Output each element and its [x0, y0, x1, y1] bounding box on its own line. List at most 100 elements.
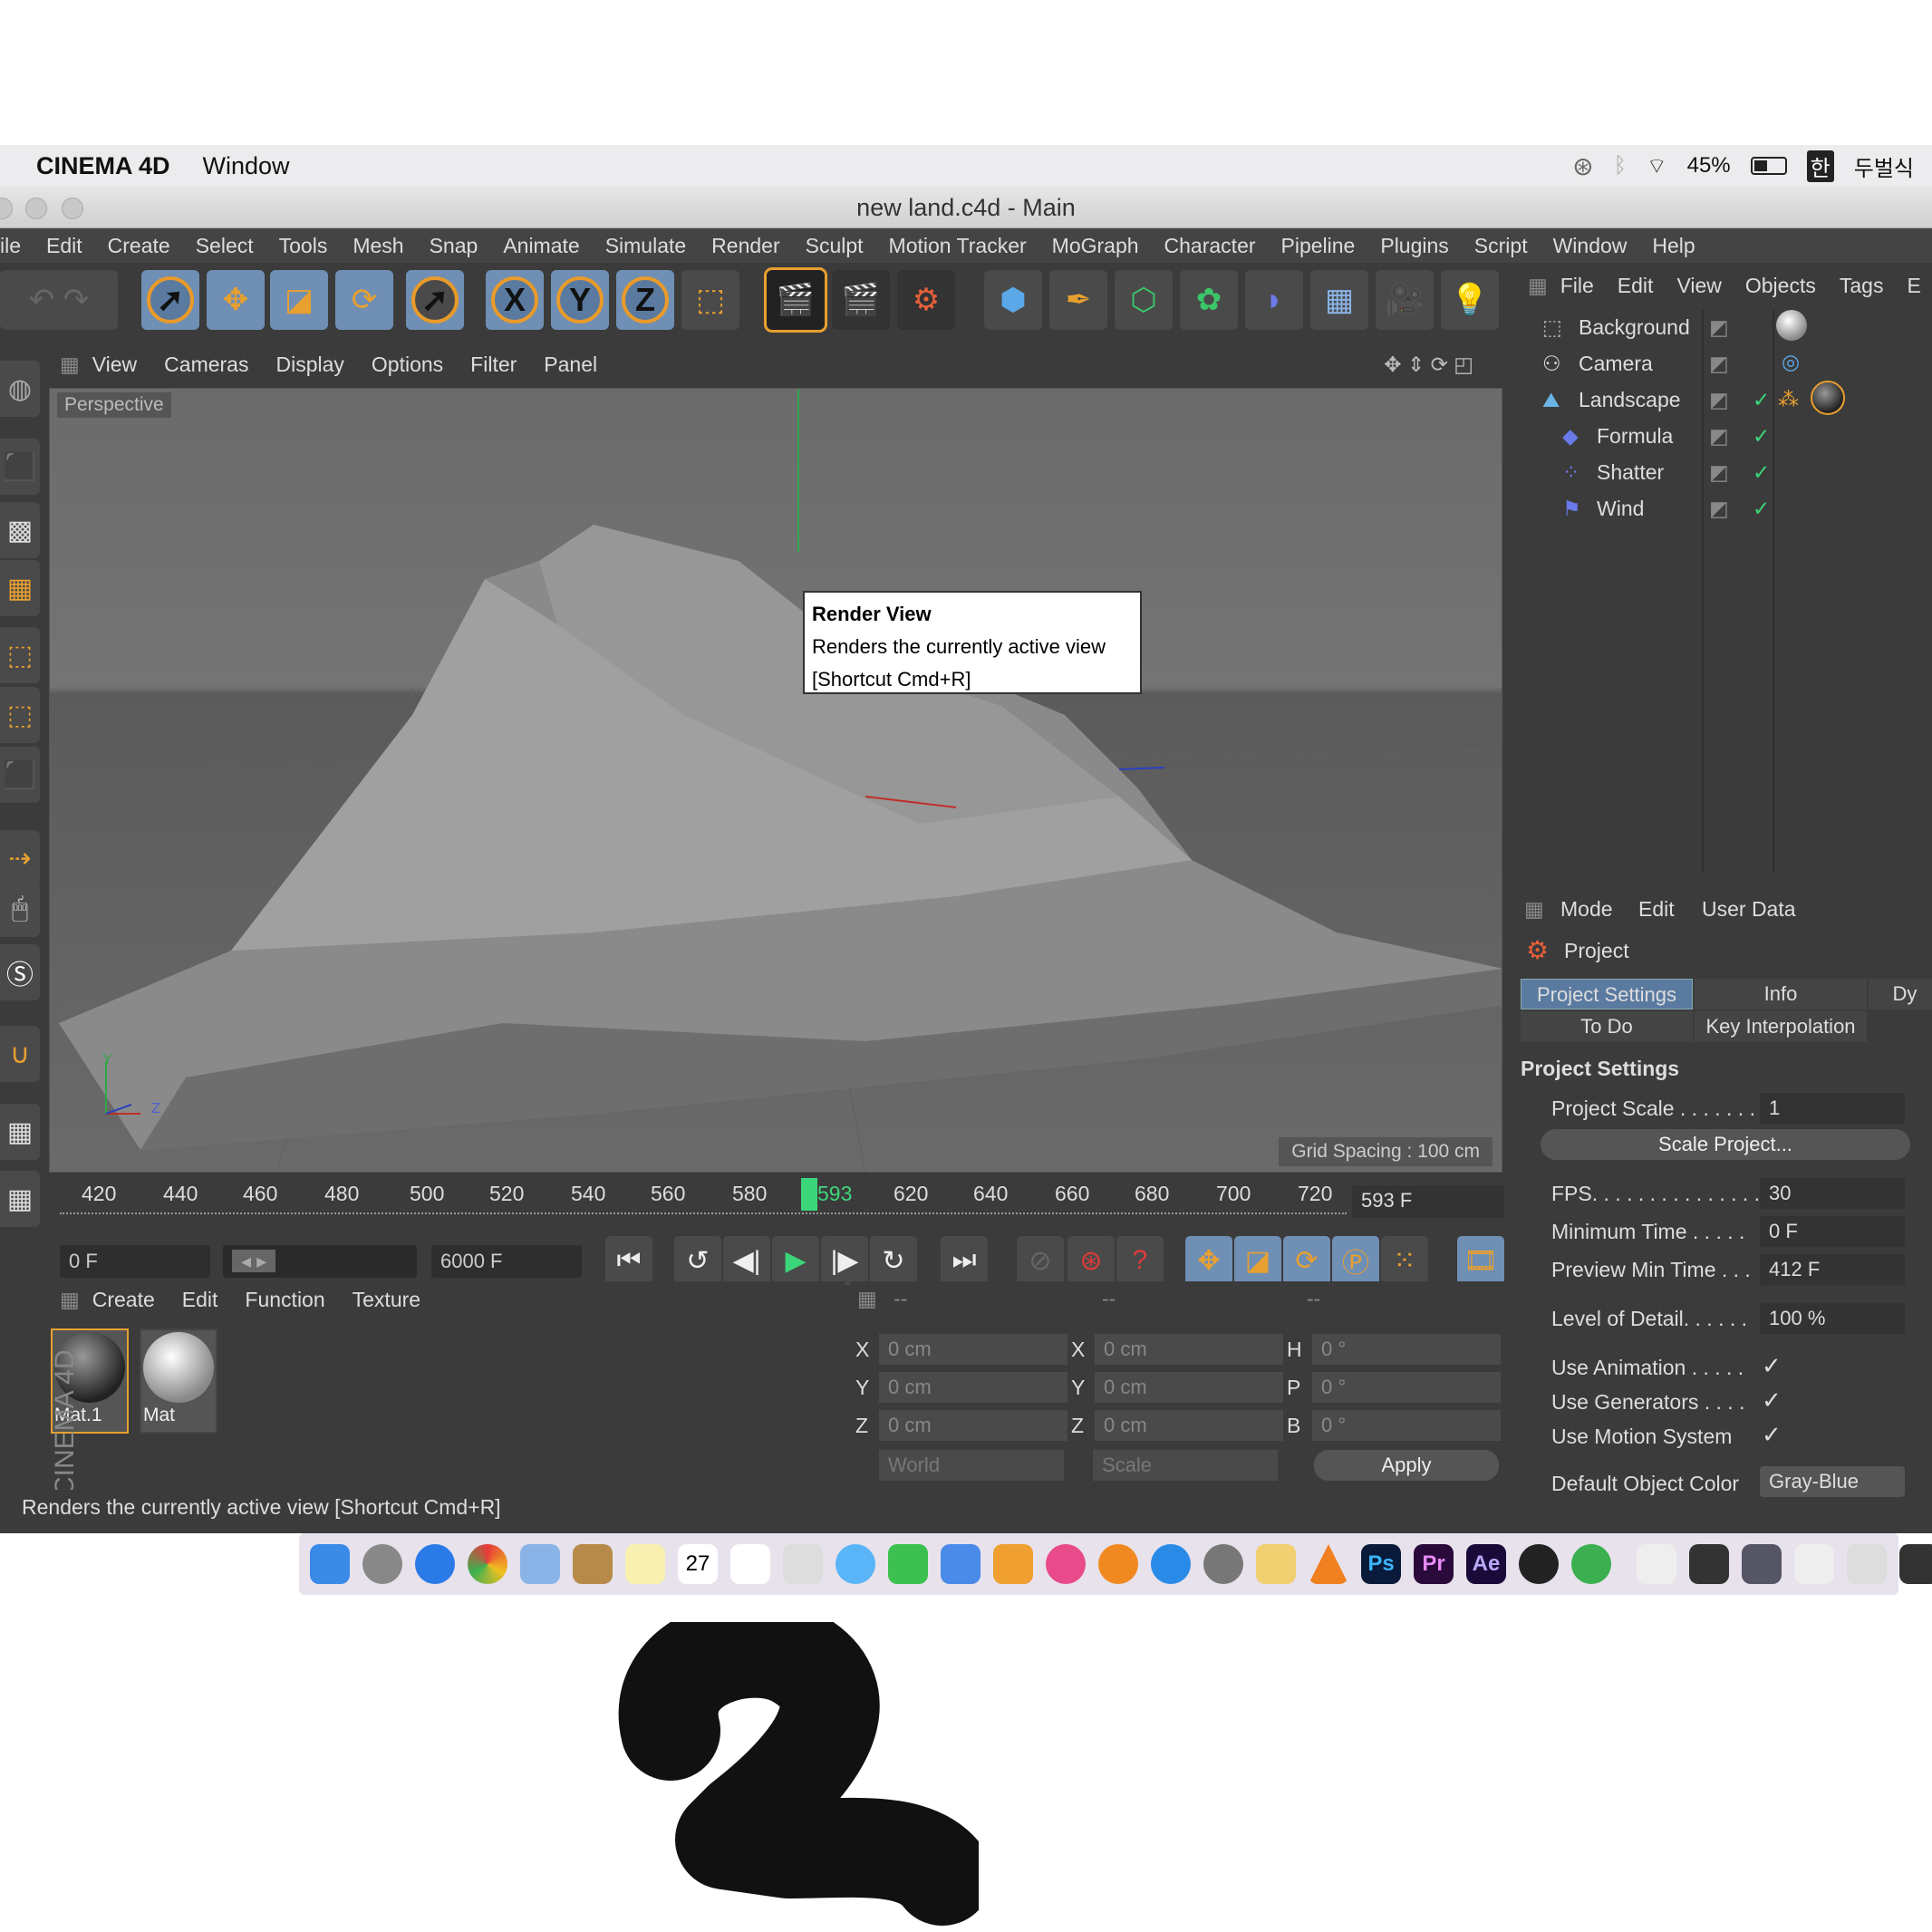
- cloner-icon[interactable]: ✿: [1180, 270, 1238, 330]
- size-x-field[interactable]: 0 cm: [1095, 1334, 1283, 1365]
- menu-edit[interactable]: Edit: [34, 234, 95, 258]
- range-slider[interactable]: ◂ ▸: [223, 1245, 417, 1278]
- position-z-field[interactable]: 0 cm: [879, 1410, 1067, 1441]
- ibooks-icon[interactable]: [1098, 1544, 1138, 1584]
- render-settings-icon[interactable]: ⚙: [897, 270, 955, 330]
- start-frame-field[interactable]: 0 F: [60, 1245, 210, 1278]
- current-frame-field[interactable]: 593 F: [1352, 1185, 1504, 1218]
- enabled-check-icon[interactable]: ✓: [1753, 388, 1770, 412]
- visibility-icon[interactable]: ◩: [1709, 424, 1729, 449]
- app-store-icon[interactable]: [1151, 1544, 1191, 1584]
- document-icon[interactable]: [1794, 1544, 1834, 1584]
- object-row-shatter[interactable]: ⁘ Shatter ◩ ✓: [1515, 455, 1932, 491]
- object-row-camera[interactable]: ⚇ Camera ◩ ◎: [1515, 346, 1932, 382]
- vp-menu-options[interactable]: Options: [372, 353, 443, 377]
- menu-render[interactable]: Render: [699, 234, 792, 258]
- snap-icon[interactable]: ∪: [0, 1026, 40, 1082]
- autokey-icon[interactable]: ⊛: [1067, 1236, 1115, 1285]
- window-thumbnail-icon[interactable]: [1742, 1544, 1782, 1584]
- camera-icon[interactable]: 🎥: [1376, 270, 1434, 330]
- fps-field[interactable]: 30: [1760, 1178, 1905, 1209]
- battery-icon[interactable]: [1750, 157, 1787, 175]
- input-source-icon[interactable]: 한: [1806, 150, 1834, 182]
- y-axis-button[interactable]: Y: [551, 270, 609, 330]
- object-row-wind[interactable]: ⚑ Wind ◩ ✓: [1515, 491, 1932, 527]
- attr-menu-mode[interactable]: Mode: [1560, 897, 1613, 922]
- scale-project-button[interactable]: Scale Project...: [1541, 1129, 1910, 1160]
- light-icon[interactable]: 💡: [1441, 270, 1499, 330]
- minimize-button[interactable]: [25, 198, 47, 219]
- goto-start-icon[interactable]: ⏮: [605, 1236, 652, 1285]
- deformer-icon[interactable]: ◗: [1245, 270, 1303, 330]
- close-button[interactable]: [0, 198, 13, 219]
- menu-tools[interactable]: Tools: [266, 234, 341, 258]
- vp-menu-panel[interactable]: Panel: [544, 353, 597, 377]
- x-axis-button[interactable]: X: [486, 270, 544, 330]
- tab-project-settings[interactable]: Project Settings: [1521, 979, 1693, 1009]
- menu-simulate[interactable]: Simulate: [593, 234, 699, 258]
- obj-menu-tags[interactable]: Tags: [1840, 274, 1884, 298]
- position-y-field[interactable]: 0 cm: [879, 1372, 1067, 1403]
- material-tag-icon[interactable]: [1776, 310, 1807, 341]
- render-region-icon[interactable]: 🎬: [832, 270, 890, 330]
- visibility-icon[interactable]: ◩: [1709, 497, 1729, 521]
- itunes-icon[interactable]: [1046, 1544, 1086, 1584]
- creative-cloud-icon[interactable]: ⊛: [1572, 151, 1593, 181]
- rotation-h-field[interactable]: 0 °: [1312, 1334, 1501, 1365]
- tab-to-do[interactable]: To Do: [1521, 1011, 1693, 1042]
- workplane-icon[interactable]: ▦: [0, 560, 40, 616]
- min-time-field[interactable]: 0 F: [1760, 1216, 1905, 1247]
- prev-key-icon[interactable]: ↺: [674, 1236, 721, 1285]
- contacts-icon[interactable]: [573, 1544, 613, 1584]
- menu-window[interactable]: Window: [1541, 234, 1640, 258]
- apply-button[interactable]: Apply: [1314, 1450, 1499, 1481]
- photoshop-icon[interactable]: Ps: [1361, 1544, 1401, 1584]
- visibility-icon[interactable]: ◩: [1709, 460, 1729, 485]
- preview-min-field[interactable]: 412 F: [1760, 1254, 1905, 1285]
- visibility-icon[interactable]: ◩: [1709, 352, 1729, 376]
- texture-mode-icon[interactable]: ▩: [0, 502, 40, 558]
- tab-key-interpolation[interactable]: Key Interpolation: [1695, 1011, 1867, 1042]
- launchpad-icon[interactable]: [362, 1544, 402, 1584]
- model-mode-icon[interactable]: ⬛: [0, 439, 40, 495]
- material-swatch[interactable]: Mat: [140, 1328, 217, 1434]
- material-tag-icon[interactable]: [1811, 381, 1845, 415]
- menu-motion-tracker[interactable]: Motion Tracker: [876, 234, 1039, 258]
- floor-icon[interactable]: ▦: [1310, 270, 1368, 330]
- wifi-icon[interactable]: ⌔: [1647, 152, 1667, 179]
- size-z-field[interactable]: 0 cm: [1095, 1410, 1283, 1441]
- preview-icon[interactable]: [520, 1544, 560, 1584]
- attr-menu-edit[interactable]: Edit: [1638, 897, 1675, 922]
- after-effects-icon[interactable]: Ae: [1466, 1544, 1506, 1584]
- timeline-ruler[interactable]: 420 440 460 480 500 520 540 560 580 593 …: [60, 1178, 1356, 1225]
- viewport-nav-icons[interactable]: ✥ ⇕ ⟳ ◰: [1384, 353, 1473, 377]
- use-motion-checkbox[interactable]: ✓: [1762, 1421, 1782, 1449]
- vp-menu-display[interactable]: Display: [275, 353, 343, 377]
- goto-end-icon[interactable]: ⏭: [941, 1236, 988, 1285]
- keyframe-selection-icon[interactable]: ?: [1116, 1236, 1164, 1285]
- subdivision-icon[interactable]: ⬡: [1115, 270, 1173, 330]
- menu-file[interactable]: ile: [0, 234, 34, 258]
- obj-menu-extra[interactable]: E: [1907, 274, 1920, 298]
- tweak-mode-icon[interactable]: 🖱: [0, 881, 40, 937]
- vlc-icon[interactable]: [1309, 1544, 1348, 1584]
- edges-mode-icon[interactable]: ⬚: [0, 687, 40, 743]
- menu-snap[interactable]: Snap: [417, 234, 491, 258]
- finder-icon[interactable]: [310, 1544, 350, 1584]
- attr-menu-user-data[interactable]: User Data: [1702, 897, 1796, 922]
- key-pla-icon[interactable]: ⁙: [1381, 1236, 1428, 1285]
- cinema4d-icon[interactable]: [1519, 1544, 1559, 1584]
- cube-object-icon[interactable]: ⬢: [984, 270, 1042, 330]
- polygons-mode-icon[interactable]: ⬛: [0, 747, 40, 803]
- object-row-landscape[interactable]: ⛰ Landscape ◩ ✓ ⁂: [1515, 381, 1932, 419]
- timeline[interactable]: 420 440 460 480 500 520 540 560 580 593 …: [47, 1178, 1506, 1231]
- mat-menu-function[interactable]: Function: [245, 1288, 324, 1312]
- move-icon[interactable]: ✥: [207, 270, 265, 330]
- key-parameter-icon[interactable]: Ⓟ: [1332, 1236, 1379, 1285]
- workplane-lock-icon[interactable]: ▦: [0, 1104, 40, 1160]
- z-axis-button[interactable]: Z: [616, 270, 674, 330]
- menu-animate[interactable]: Animate: [490, 234, 592, 258]
- points-mode-icon[interactable]: ⬚: [0, 627, 40, 683]
- prev-frame-icon[interactable]: ◀|: [723, 1236, 770, 1285]
- keynote-icon[interactable]: [941, 1544, 980, 1584]
